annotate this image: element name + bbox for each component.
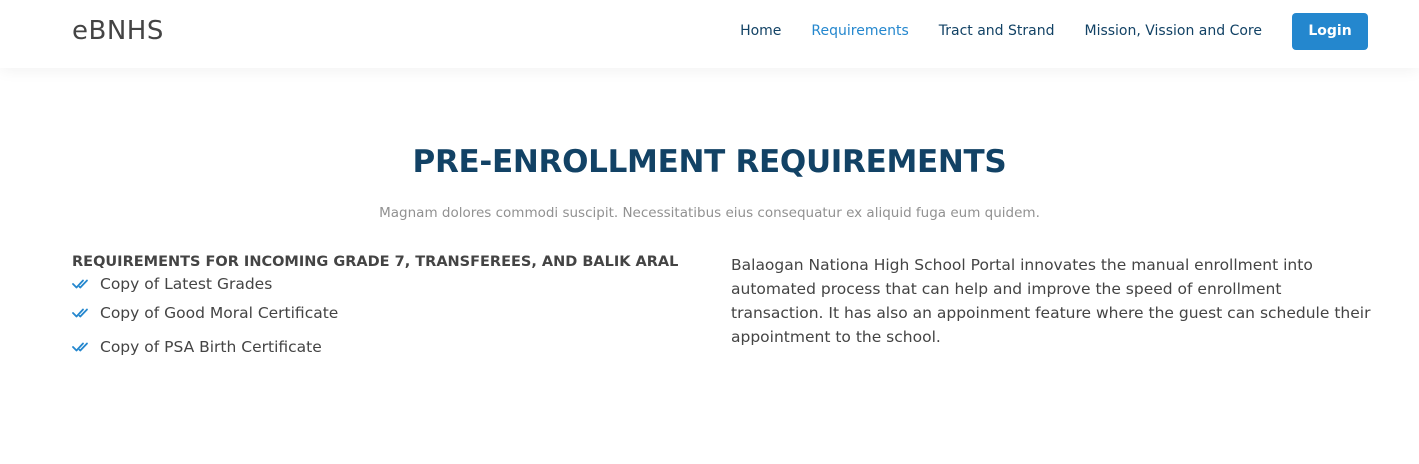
list-item-label: Copy of PSA Birth Certificate <box>100 338 322 356</box>
requirements-column: REQUIREMENTS FOR INCOMING GRADE 7, TRANS… <box>72 252 692 364</box>
requirements-list: Copy of Latest Grades Copy of Good Moral… <box>72 272 692 364</box>
double-check-icon <box>72 279 88 289</box>
main-nav: Home Requirements Tract and Strand Missi… <box>710 0 1419 62</box>
list-item: Copy of Latest Grades <box>72 272 692 296</box>
double-check-icon <box>72 308 88 318</box>
list-item-label: Copy of Good Moral Certificate <box>100 304 339 322</box>
site-header: eBNHS Home Requirements Tract and Strand… <box>0 0 1419 68</box>
login-button[interactable]: Login <box>1292 12 1368 50</box>
nav-link-mission-vision-core[interactable]: Mission, Vission and Core <box>1084 23 1262 39</box>
section-subtitle: Magnam dolores commodi suscipit. Necessi… <box>379 205 1040 221</box>
nav-link-tract-and-strand[interactable]: Tract and Strand <box>939 23 1055 39</box>
section-title: PRE-ENROLLMENT REQUIREMENTS <box>412 144 1007 180</box>
list-item-label: Copy of Latest Grades <box>100 275 273 293</box>
portal-description: Balaogan Nationa High School Portal inno… <box>731 256 1371 346</box>
requirements-heading: REQUIREMENTS FOR INCOMING GRADE 7, TRANS… <box>72 254 679 270</box>
list-item: Copy of Good Moral Certificate <box>72 296 692 330</box>
nav-link-home[interactable]: Home <box>740 23 781 39</box>
list-item: Copy of PSA Birth Certificate <box>72 330 692 364</box>
site-logo[interactable]: eBNHS <box>72 14 164 48</box>
double-check-icon <box>72 342 88 352</box>
nav-link-requirements[interactable]: Requirements <box>811 23 908 39</box>
